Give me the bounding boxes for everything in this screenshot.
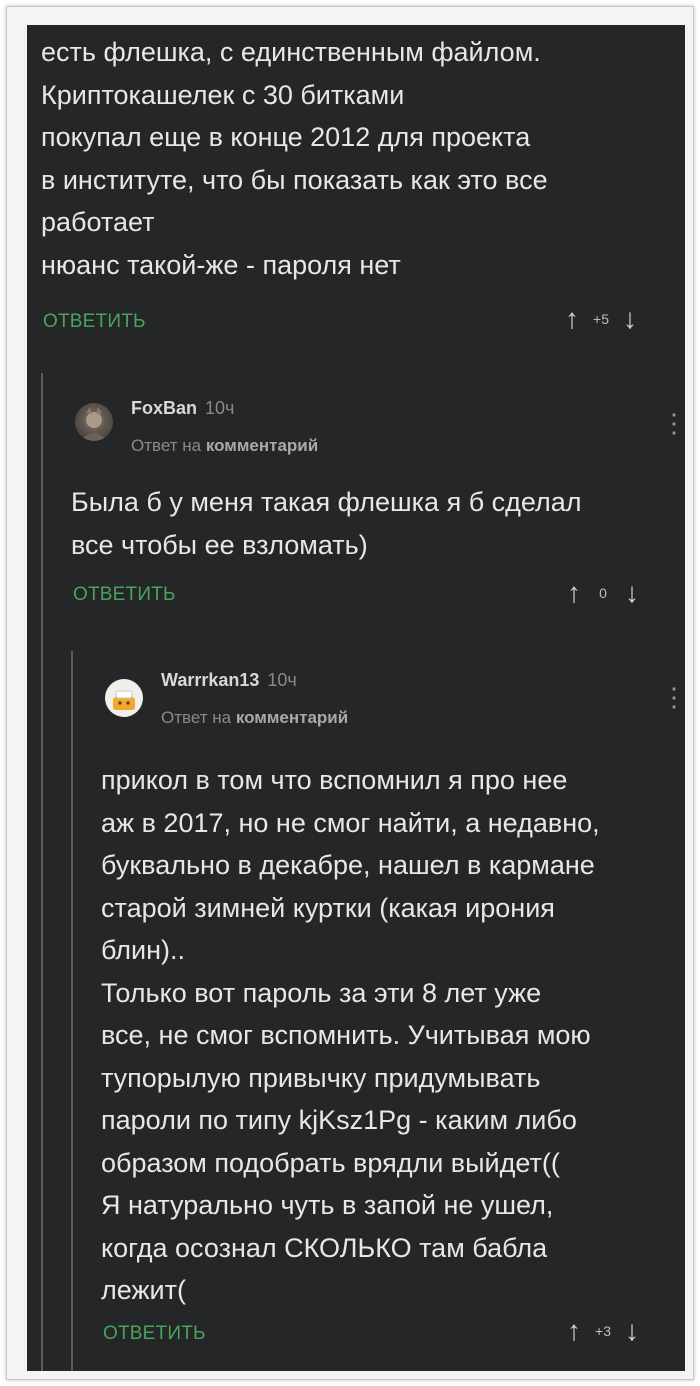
photo-frame: есть флешка, с единственным файлом. Крип… — [6, 6, 694, 1380]
thread-line[interactable] — [41, 373, 43, 1371]
comment-line: образом подобрать врядли выйдет(( — [101, 1147, 560, 1178]
thread-line[interactable] — [71, 651, 73, 1371]
comment-top-text: есть флешка, с единственным файлом. Крип… — [41, 31, 548, 286]
comment-line: старой зимней куртки (какая ирония — [101, 892, 555, 923]
reply-to-line: Ответ на комментарий — [131, 436, 318, 456]
author-label[interactable]: Warrrkan13 — [161, 670, 259, 690]
comment-line: блин).. — [101, 935, 185, 965]
comment-line: работает — [41, 207, 155, 237]
author-label[interactable]: FoxBan — [131, 398, 197, 418]
reply-button[interactable]: ОТВЕТИТЬ — [43, 311, 146, 333]
author-name[interactable]: FoxBan 10ч — [131, 398, 234, 419]
reply-to-prefix: Ответ на — [131, 436, 202, 455]
comment-line: аж в 2017, но не смог найти, а недавно, — [101, 807, 600, 838]
comment-line: все, не смог вспомнить. Учитывая мою — [101, 1020, 591, 1050]
more-options-icon[interactable]: ⋮ — [661, 410, 685, 436]
comment-line: есть флешка, с единственным файлом. — [41, 37, 541, 67]
upvote-icon[interactable]: ↑ — [567, 1317, 581, 1345]
comment-line: лежит( — [101, 1275, 186, 1305]
comment-line: тупорылую привычку придумывать — [101, 1062, 541, 1093]
vote-controls: ↑ +3 ↓ — [567, 1317, 639, 1345]
downvote-icon[interactable]: ↓ — [625, 1317, 639, 1345]
comment-warrrkan-text: прикол в том что вспомнил я про нее аж в… — [101, 759, 600, 1312]
score-count: +3 — [595, 1323, 611, 1339]
comment-line: Я натурально чуть в запой не ушел, — [101, 1190, 554, 1220]
downvote-icon[interactable]: ↓ — [625, 579, 639, 607]
vote-controls: ↑ 0 ↓ — [567, 579, 639, 607]
score-count: 0 — [599, 585, 607, 601]
comments-screen: есть флешка, с единственным файлом. Крип… — [27, 25, 685, 1371]
upvote-icon[interactable]: ↑ — [565, 305, 579, 333]
more-options-icon[interactable]: ⋮ — [661, 684, 685, 710]
reply-to-prefix: Ответ на — [161, 708, 232, 727]
comment-line: покупал еще в конце 2012 для проекта — [41, 122, 531, 152]
downvote-icon[interactable]: ↓ — [623, 305, 637, 333]
comment-line: буквально в декабре, нашел в кармане — [101, 850, 595, 880]
comment-line: Криптокашелек с 30 битками — [41, 79, 405, 110]
foxban-avatar-icon — [81, 407, 107, 441]
comment-line: пароли по типу kjKsz1Pg - каким либо — [101, 1105, 577, 1135]
comment-top: есть флешка, с единственным файлом. Крип… — [41, 31, 548, 286]
reply-to-line: Ответ на комментарий — [161, 708, 348, 728]
parent-comment-link[interactable]: комментарий — [236, 708, 348, 727]
author-name[interactable]: Warrrkan13 10ч — [161, 670, 297, 691]
comment-time: 10ч — [205, 398, 235, 418]
comment-line: нюанс такой-же - пароля нет — [41, 249, 401, 280]
upvote-icon[interactable]: ↑ — [567, 579, 581, 607]
reply-button[interactable]: ОТВЕТИТЬ — [103, 1323, 206, 1345]
vote-controls: ↑ +5 ↓ — [565, 305, 637, 333]
comment-line: Была б у меня такая флешка я б сделал — [71, 487, 582, 517]
avatar[interactable] — [105, 679, 143, 717]
comment-time: 10ч — [267, 670, 297, 690]
avatar[interactable] — [75, 403, 113, 441]
comment-line: Только вот пароль за эти 8 лет уже — [101, 977, 542, 1008]
comment-foxban-text: Была б у меня такая флешка я б сделал вс… — [71, 481, 582, 566]
comment-line: в институте, что бы показать как это все — [41, 164, 548, 195]
score-count: +5 — [593, 311, 609, 327]
comment-line: когда осознал СКОЛЬКО там бабла — [101, 1232, 548, 1263]
warrrkan-avatar-icon — [113, 690, 135, 710]
reply-button[interactable]: ОТВЕТИТЬ — [73, 584, 176, 606]
comment-line: все чтобы ее взломать) — [71, 529, 368, 560]
comment-line: прикол в том что вспомнил я про нее — [101, 765, 568, 795]
parent-comment-link[interactable]: комментарий — [206, 436, 318, 455]
